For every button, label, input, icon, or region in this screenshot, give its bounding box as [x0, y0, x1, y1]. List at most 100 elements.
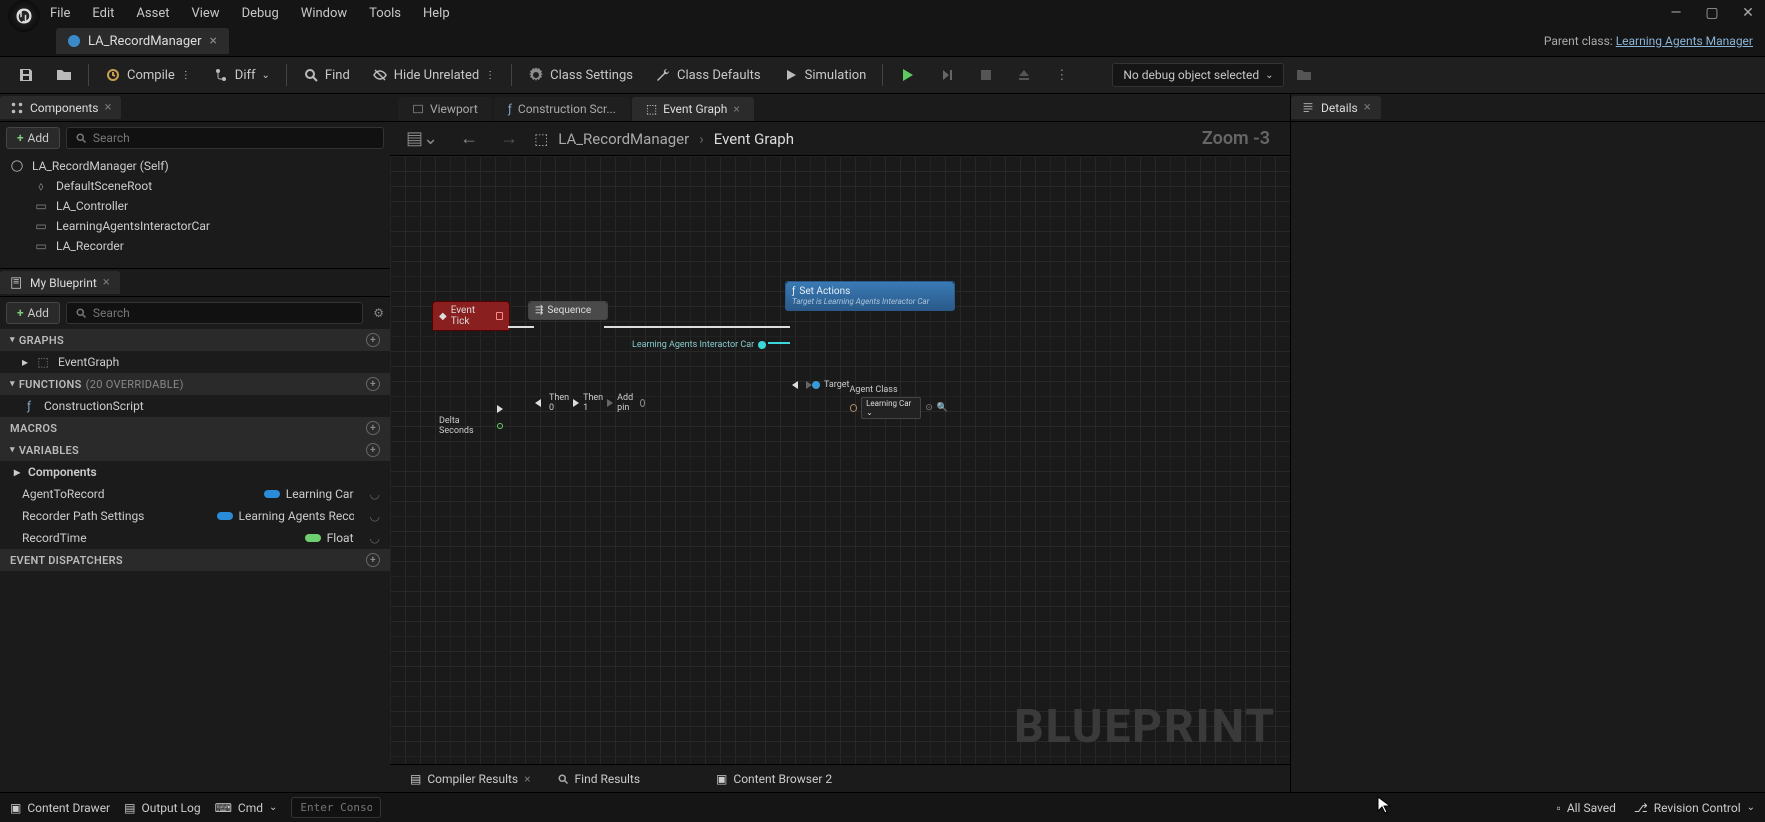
eject-button[interactable]: [1007, 63, 1041, 87]
nav-back-button[interactable]: ←: [454, 126, 484, 151]
tab-construction[interactable]: ƒConstruction Scr...: [494, 97, 630, 121]
node-sequence[interactable]: ⇶Sequence Then 0 Then 1 Add pin: [528, 301, 608, 320]
cmd-dropdown[interactable]: ⌨Cmd⌄: [215, 801, 278, 815]
add-component-button[interactable]: +Add: [6, 127, 60, 149]
menu-help[interactable]: Help: [423, 6, 450, 21]
exec-pin-out[interactable]: [573, 399, 579, 407]
data-pin[interactable]: [758, 341, 766, 349]
breadcrumb-graph[interactable]: Event Graph: [714, 130, 794, 148]
close-icon[interactable]: ×: [103, 275, 110, 290]
close-icon[interactable]: ×: [105, 100, 112, 115]
graph-item[interactable]: ▸⬚EventGraph: [0, 351, 390, 373]
output-log-button[interactable]: ▤Output Log: [124, 801, 200, 815]
console-input[interactable]: [291, 797, 381, 818]
class-defaults-button[interactable]: Class Defaults: [645, 62, 771, 88]
content-drawer-button[interactable]: ▣Content Drawer: [10, 801, 110, 815]
play-options-button[interactable]: ⋮: [1045, 63, 1078, 88]
function-item[interactable]: ƒConstructionScript: [0, 395, 390, 417]
class-pin[interactable]: [850, 404, 858, 412]
maximize-button[interactable]: ▢: [1703, 5, 1721, 21]
parent-class-link[interactable]: Learning Agents Manager: [1616, 34, 1753, 48]
components-tab[interactable]: Components ×: [0, 96, 121, 119]
class-settings-button[interactable]: Class Settings: [518, 62, 643, 88]
myblueprint-tab[interactable]: My Blueprint ×: [0, 271, 120, 294]
macros-section[interactable]: MACROS+: [0, 417, 390, 439]
revision-control-button[interactable]: ⎇Revision Control⌄: [1634, 801, 1755, 815]
add-icon[interactable]: +: [366, 421, 380, 435]
menu-edit[interactable]: Edit: [92, 6, 114, 21]
browse-button[interactable]: [46, 62, 82, 88]
tab-compiler-results[interactable]: ▤Compiler Results×: [398, 768, 543, 790]
tab-viewport[interactable]: Viewport: [398, 97, 492, 121]
play-button[interactable]: [889, 62, 925, 88]
compile-button[interactable]: Compile⋮: [95, 62, 201, 88]
close-button[interactable]: ✕: [1739, 5, 1757, 21]
close-tab-icon[interactable]: ×: [209, 33, 216, 49]
tab-content-browser[interactable]: ▣Content Browser 2: [704, 768, 844, 790]
menu-view[interactable]: View: [191, 6, 219, 21]
close-icon[interactable]: ×: [733, 102, 739, 116]
variables-section[interactable]: ▾VARIABLES+: [0, 439, 390, 461]
add-icon[interactable]: +: [366, 377, 380, 391]
components-category[interactable]: ▸Components: [0, 461, 390, 483]
exec-pin-out[interactable]: [607, 399, 613, 407]
menu-asset[interactable]: Asset: [136, 6, 169, 21]
myblueprint-search-input[interactable]: Search: [66, 302, 363, 324]
find-button[interactable]: Find: [293, 62, 360, 88]
menu-file[interactable]: File: [50, 6, 70, 21]
menu-tools[interactable]: Tools: [369, 6, 401, 21]
debug-object-select[interactable]: No debug object selected⌄: [1112, 63, 1284, 87]
visibility-icon[interactable]: ◡: [370, 509, 380, 523]
add-icon[interactable]: +: [366, 553, 380, 567]
exec-pin-out[interactable]: [497, 405, 503, 413]
functions-section[interactable]: ▾FUNCTIONS(20 OVERRIDABLE)+: [0, 373, 390, 395]
class-dropdown[interactable]: Learning Car ⌄: [861, 397, 921, 419]
component-item[interactable]: ▭LearningAgentsInteractorCar: [0, 216, 390, 236]
variable-item[interactable]: RecordTimeFloat◡: [0, 527, 390, 549]
asset-tab[interactable]: LA_RecordManager ×: [56, 28, 229, 54]
visibility-icon[interactable]: ◡: [370, 531, 380, 545]
diff-button[interactable]: Diff⌄: [203, 62, 280, 88]
add-icon[interactable]: +: [366, 333, 380, 347]
component-item[interactable]: ⬨DefaultSceneRoot: [0, 176, 390, 196]
exec-pin-in[interactable]: [792, 381, 798, 389]
node-set-actions[interactable]: ƒSet Actions Target is Learning Agents I…: [785, 281, 955, 311]
data-pin[interactable]: [812, 381, 820, 389]
menu-window[interactable]: Window: [301, 6, 347, 21]
locate-button[interactable]: [1286, 62, 1322, 88]
browse-asset-icon[interactable]: ⊙: [925, 403, 933, 413]
gear-icon[interactable]: ⚙: [373, 306, 384, 320]
components-search-input[interactable]: Search: [66, 127, 384, 149]
hide-unrelated-button[interactable]: Hide Unrelated⋮: [362, 62, 505, 88]
breadcrumb-asset[interactable]: LA_RecordManager: [558, 130, 689, 148]
simulation-button[interactable]: Simulation: [773, 62, 877, 88]
add-icon[interactable]: +: [366, 443, 380, 457]
node-event-tick[interactable]: ◆Event Tick Delta Seconds: [432, 301, 510, 331]
nav-forward-button[interactable]: →: [494, 126, 524, 151]
add-pin-label[interactable]: Add pin: [617, 393, 635, 413]
component-item[interactable]: ▭LA_Recorder: [0, 236, 390, 256]
graph-canvas[interactable]: BLUEPRINT ◆Event Tick Delta Seconds ⇶Seq…: [390, 156, 1290, 764]
close-icon[interactable]: ×: [524, 772, 530, 786]
graphs-section[interactable]: ▾GRAPHS+: [0, 329, 390, 351]
history-button[interactable]: ▤⌄: [400, 126, 444, 151]
variable-reference[interactable]: Learning Agents Interactor Car: [632, 340, 754, 350]
variable-item[interactable]: Recorder Path SettingsLearning Agents Re…: [0, 505, 390, 527]
component-root[interactable]: LA_RecordManager (Self): [0, 156, 390, 176]
save-button[interactable]: [8, 62, 44, 88]
find-asset-icon[interactable]: 🔍: [937, 403, 948, 413]
tab-eventgraph[interactable]: ⬚Event Graph×: [632, 97, 754, 121]
data-pin[interactable]: [497, 423, 503, 429]
close-icon[interactable]: ×: [1364, 100, 1371, 115]
minimize-button[interactable]: —: [1667, 5, 1685, 21]
visibility-icon[interactable]: ◡: [370, 487, 380, 501]
add-pin-icon[interactable]: [640, 399, 646, 407]
tab-find-results[interactable]: Find Results: [545, 768, 653, 790]
dispatchers-section[interactable]: EVENT DISPATCHERS+: [0, 549, 390, 571]
exec-pin-in[interactable]: [535, 399, 541, 407]
add-new-button[interactable]: +Add: [6, 302, 60, 324]
step-button[interactable]: [929, 62, 965, 88]
variable-item[interactable]: AgentToRecordLearning Car◡: [0, 483, 390, 505]
menu-debug[interactable]: Debug: [242, 6, 279, 21]
details-tab[interactable]: Details ×: [1291, 96, 1381, 119]
